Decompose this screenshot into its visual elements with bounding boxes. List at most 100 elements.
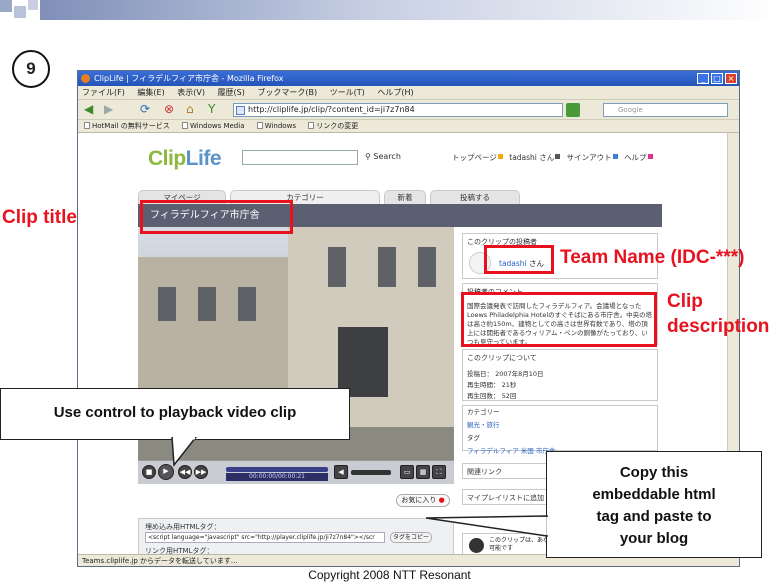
about-heading: このクリップについて xyxy=(467,354,537,362)
share-icon xyxy=(469,538,484,553)
volume-slider[interactable] xyxy=(351,470,391,475)
tab-post[interactable]: 投稿する xyxy=(430,190,520,204)
page-icon xyxy=(308,122,315,129)
clip-description-annotation-1: Clip xyxy=(667,291,703,312)
copy-callout-line: Copy this xyxy=(619,464,689,481)
about-row: 再生回数： 52回 xyxy=(467,392,517,400)
decor-square xyxy=(28,0,38,10)
link-sign-out[interactable]: サインアウト xyxy=(567,153,612,162)
copy-tag-callout: Copy this embeddable html tag and paste … xyxy=(546,451,762,558)
page-icon xyxy=(84,122,90,129)
tab-new[interactable]: 新着 xyxy=(384,190,426,204)
tag-label: タグ xyxy=(467,434,480,442)
seek-bar[interactable] xyxy=(226,467,328,472)
top-links: トップページ tadashi さん サインアウト ヘルプ xyxy=(452,152,657,163)
page-icon xyxy=(236,106,245,115)
bookmark-item[interactable]: リンクの変更 xyxy=(308,122,358,130)
menu-edit[interactable]: 編集(E) xyxy=(137,88,164,97)
grid-icon[interactable]: ▦ xyxy=(416,465,430,479)
team-name-annotation: Team Name (IDC-***) xyxy=(560,247,745,268)
menu-bookmarks[interactable]: ブックマーク(B) xyxy=(257,88,317,97)
home-icon[interactable]: ⌂ xyxy=(186,103,194,116)
clip-title-highlight xyxy=(140,200,293,234)
bookmark-item[interactable]: HotMail の無料サービス xyxy=(84,122,170,130)
menu-bar: ファイル(F) 編集(E) 表示(V) 履歴(S) ブックマーク(B) ツール(… xyxy=(78,86,739,100)
maximize-button[interactable]: □ xyxy=(711,73,723,84)
forward-icon[interactable]: ▶▶ xyxy=(194,465,208,479)
about-box: このクリップについて 投稿日： 2007年8月10日 再生時間： 21秒 再生回… xyxy=(462,349,658,401)
embed-label: 埋め込み用HTMLタグ： xyxy=(145,523,221,531)
stop-icon[interactable]: ⊗ xyxy=(164,103,174,116)
close-button[interactable]: × xyxy=(725,73,737,84)
reload-icon[interactable]: ⟳ xyxy=(140,103,150,116)
playback-callout-pointer xyxy=(171,437,197,467)
go-button[interactable] xyxy=(566,103,580,117)
window-titlebar: ClipLife | フィラデルフィア市庁舎 - Mozilla Firefox… xyxy=(78,71,739,86)
link-user[interactable]: tadashi さん xyxy=(509,153,554,162)
rewind-icon[interactable]: ◀◀ xyxy=(178,465,192,479)
web-search-placeholder: Google xyxy=(618,106,643,114)
bookmark-item[interactable]: Windows xyxy=(256,122,296,130)
menu-tools[interactable]: ツール(T) xyxy=(330,88,365,97)
page-icon xyxy=(256,122,263,129)
about-row: 投稿日： 2007年8月10日 xyxy=(467,370,544,378)
bullet-icon xyxy=(612,154,618,159)
forward-icon[interactable]: ▶ xyxy=(104,103,113,116)
category-box: カテゴリー 観光・旅行 タグ フィラデルフィア 米国 市庁舎 xyxy=(462,405,658,455)
embed-code-field[interactable]: <script language="javascript" src="http:… xyxy=(145,532,385,543)
page-icon xyxy=(181,122,188,129)
firefox-icon xyxy=(81,74,90,83)
favorite-button[interactable]: お気に入り ● xyxy=(396,494,450,507)
window-title: ClipLife | フィラデルフィア市庁舎 - Mozilla Firefox xyxy=(94,74,284,83)
bullet-icon xyxy=(647,154,653,159)
clip-title-annotation: Clip title xyxy=(2,207,77,228)
stop-icon[interactable]: ■ xyxy=(142,465,156,479)
building-window xyxy=(198,287,216,321)
menu-help[interactable]: ヘルプ(H) xyxy=(377,88,413,97)
site-search-button[interactable]: ⚲ Search xyxy=(365,152,401,161)
decor-square xyxy=(14,6,26,18)
clip-description-annotation-2: description xyxy=(667,316,770,337)
link-top-page[interactable]: トップページ xyxy=(452,153,497,162)
header-band xyxy=(40,0,779,20)
bookmark-icon[interactable]: Y xyxy=(208,103,215,116)
playback-callout: Use control to playback video clip xyxy=(0,388,350,440)
cliplife-logo[interactable]: ClipLife xyxy=(148,147,222,171)
menu-file[interactable]: ファイル(F) xyxy=(82,88,125,97)
minimize-button[interactable]: _ xyxy=(697,73,709,84)
link-help[interactable]: ヘルプ xyxy=(624,153,647,162)
building-window xyxy=(418,247,436,287)
bookmark-item[interactable]: Windows Media xyxy=(181,122,244,130)
url-bar[interactable]: http://cliplife.jp/clip/?content_id=ji7z… xyxy=(233,103,563,117)
video-time: 00:00:00/00:00:21 xyxy=(226,473,328,481)
fullscreen-icon[interactable]: ⛶ xyxy=(432,465,446,479)
building-window xyxy=(238,287,256,321)
site-search-input[interactable] xyxy=(242,150,358,165)
building-window xyxy=(158,287,176,321)
screen-icon[interactable]: ▭ xyxy=(400,465,414,479)
embed-area: 埋め込み用HTMLタグ： <script language="javascrip… xyxy=(138,518,454,556)
web-search-input[interactable]: Google xyxy=(603,103,728,117)
about-row: 再生時間： 21秒 xyxy=(467,381,517,389)
category-label: カテゴリー xyxy=(467,408,500,416)
copyright: Copyright 2008 NTT Resonant xyxy=(308,568,471,582)
copy-callout-line: tag and paste to xyxy=(596,508,712,525)
back-icon[interactable]: ◀ xyxy=(84,103,93,116)
category-link[interactable]: 観光・旅行 xyxy=(463,419,657,432)
building-window xyxy=(328,247,346,287)
bullet-icon xyxy=(497,154,503,159)
clip-description-highlight xyxy=(461,292,657,347)
volume-icon[interactable]: ◀ xyxy=(334,465,348,479)
bullet-icon xyxy=(555,154,561,159)
decor-square xyxy=(0,0,12,12)
building-window xyxy=(378,247,396,287)
copy-callout-pointer xyxy=(426,515,550,537)
url-text: http://cliplife.jp/clip/?content_id=ji7z… xyxy=(248,105,415,114)
menu-history[interactable]: 履歴(S) xyxy=(218,88,245,97)
copy-callout-line: your blog xyxy=(619,530,689,547)
archway xyxy=(338,327,388,397)
team-name-highlight xyxy=(484,245,554,274)
step-number: 9 xyxy=(12,50,50,88)
menu-view[interactable]: 表示(V) xyxy=(177,88,205,97)
bookmarks-bar: HotMail の無料サービス Windows Media Windows リン… xyxy=(78,120,739,133)
